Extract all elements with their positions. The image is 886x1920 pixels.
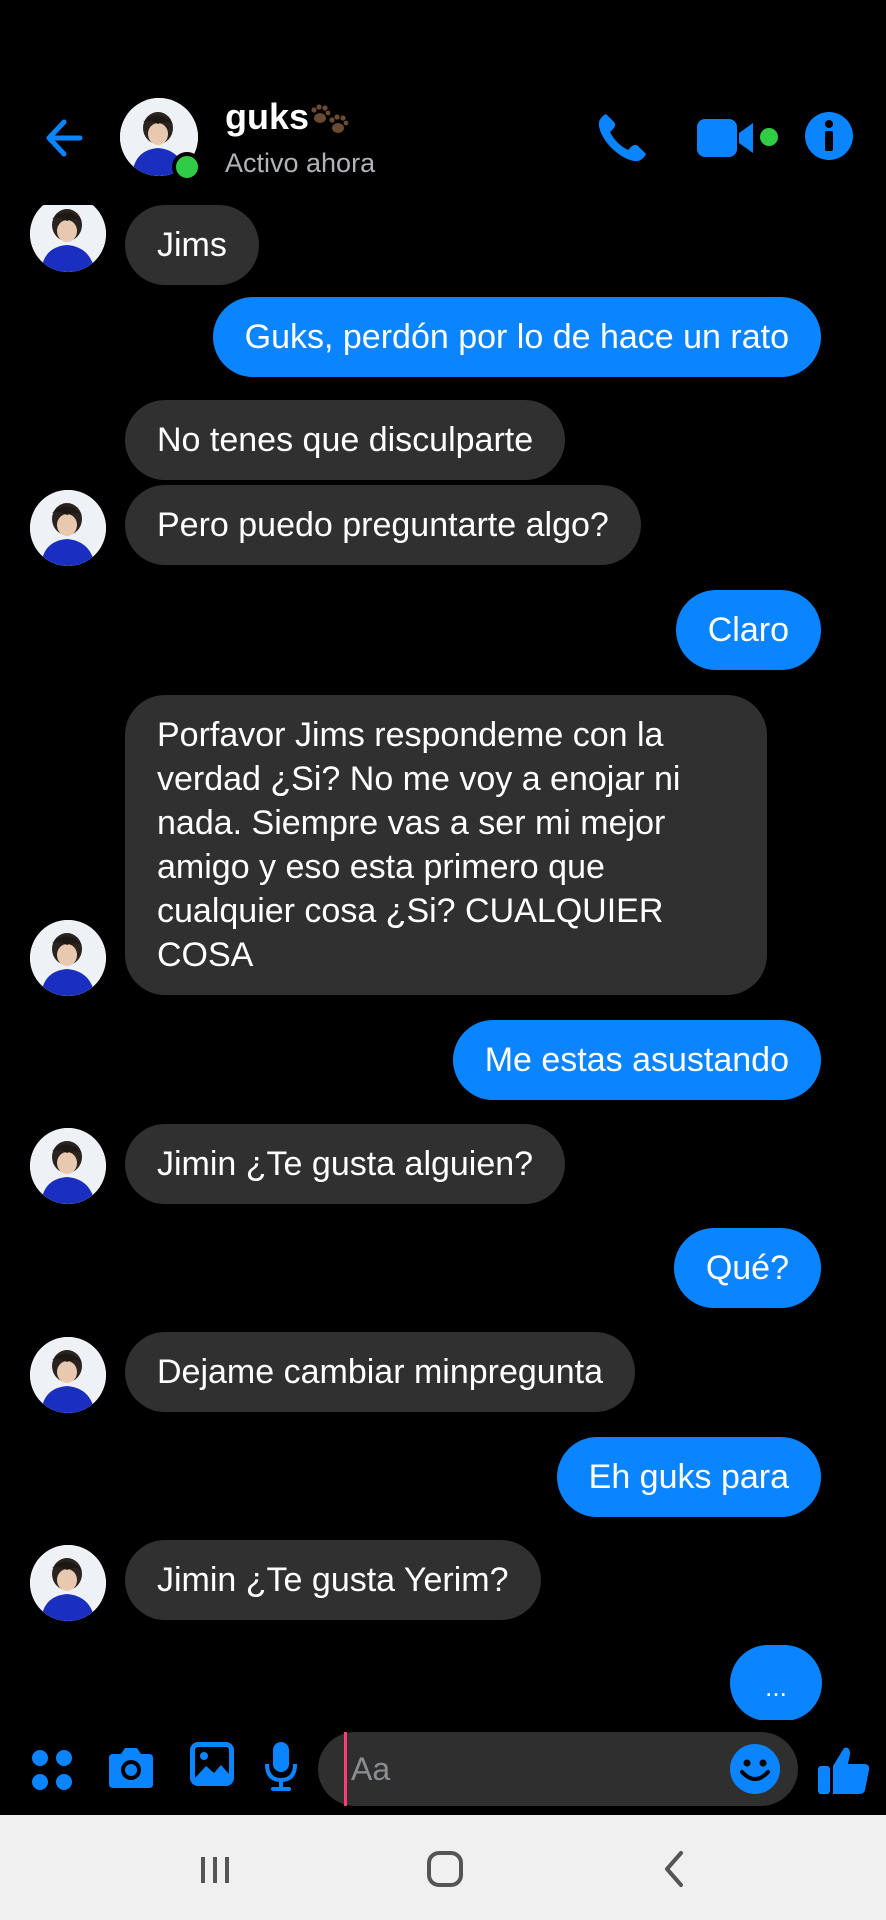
system-navigation-bar (0, 1815, 886, 1920)
paws-icon (311, 104, 349, 133)
nav-back-icon[interactable] (645, 1845, 705, 1893)
online-indicator (172, 152, 202, 182)
message-bubble-incoming[interactable]: Porfavor Jims respondeme con la verdad ¿… (125, 695, 767, 995)
message-list: Jims Guks, perdón por lo de hace un rato… (0, 0, 886, 1721)
contact-avatar-small (30, 196, 106, 272)
message-bubble-outgoing[interactable]: Me estas asustando (452, 1020, 821, 1100)
message-bubble-incoming[interactable]: Pero puedo preguntarte algo? (125, 485, 641, 565)
message-line: Porfavor Jims respondeme con la (157, 716, 664, 754)
message-bubble-incoming[interactable]: Jimin ¿Te gusta alguien? (125, 1124, 566, 1204)
message-bubble-outgoing[interactable]: ... (730, 1645, 822, 1721)
contact-avatar-small (30, 1128, 106, 1204)
message-composer (0, 1720, 886, 1815)
message-line: verdad ¿Si? No me voy a enojar ni (157, 760, 681, 798)
recent-apps-icon[interactable] (185, 1845, 245, 1893)
camera-icon[interactable] (105, 1742, 157, 1794)
back-arrow-icon[interactable] (40, 110, 96, 166)
message-line: cualquier cosa ¿Si? CUALQUIER (157, 892, 664, 930)
emoji-icon[interactable] (728, 1742, 782, 1796)
message-line: COSA (157, 936, 254, 974)
message-bubble-incoming[interactable]: Jimin ¿Te gusta Yerim? (125, 1540, 541, 1620)
message-bubble-outgoing[interactable]: Claro (675, 590, 821, 670)
info-icon[interactable] (803, 110, 855, 162)
contact-name[interactable]: guks (225, 96, 309, 138)
mic-icon[interactable] (263, 1740, 299, 1794)
gallery-icon[interactable] (188, 1740, 236, 1788)
contact-avatar-small (30, 1337, 106, 1413)
message-bubble-outgoing[interactable]: Eh guks para (556, 1437, 821, 1517)
contact-avatar-small (30, 920, 106, 996)
contact-status: Activo ahora (225, 148, 376, 178)
video-camera-icon[interactable] (695, 115, 785, 165)
contact-avatar-small (30, 490, 106, 566)
like-icon[interactable] (816, 1742, 872, 1798)
message-input[interactable] (344, 1732, 731, 1806)
message-bubble-incoming[interactable]: No tenes que disculparte (125, 400, 566, 480)
phone-icon[interactable] (592, 108, 652, 168)
message-line: amigo y eso esta primero que (157, 848, 605, 886)
home-icon[interactable] (415, 1845, 475, 1893)
message-bubble-incoming[interactable]: Jims (125, 205, 259, 285)
message-bubble-outgoing[interactable]: Qué? (673, 1228, 821, 1308)
message-input-container (318, 1732, 798, 1806)
message-line: nada. Siempre vas a ser mi mejor (157, 804, 666, 842)
chat-header: guks Activo ahora (0, 0, 886, 205)
message-bubble-outgoing[interactable]: Guks, perdón por lo de hace un rato (212, 297, 821, 377)
apps-icon[interactable] (30, 1748, 74, 1792)
contact-avatar-small (30, 1545, 106, 1621)
message-bubble-incoming[interactable]: Dejame cambiar minpregunta (125, 1332, 635, 1412)
